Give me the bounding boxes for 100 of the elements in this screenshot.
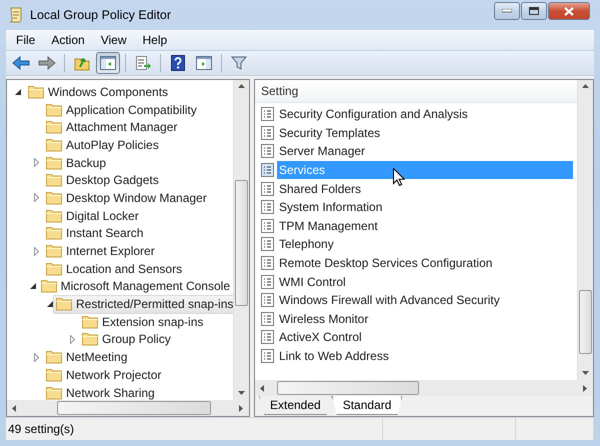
- folder-icon: [46, 386, 62, 400]
- vertical-scrollbar[interactable]: [577, 80, 593, 380]
- scroll-app-icon: [8, 7, 24, 23]
- scroll-thumb[interactable]: [57, 401, 211, 415]
- tree-item[interactable]: Instant Search: [43, 224, 146, 243]
- close-button[interactable]: [548, 2, 590, 20]
- folder-icon: [46, 120, 62, 134]
- scroll-thumb[interactable]: [277, 381, 419, 395]
- tree-item[interactable]: AutoPlay Policies: [43, 135, 162, 154]
- collapsed-arrow-icon[interactable]: [34, 246, 38, 256]
- scroll-up-icon[interactable]: [238, 83, 245, 90]
- tree-item[interactable]: Desktop Gadgets: [43, 170, 162, 190]
- collapsed-arrow-icon[interactable]: [34, 158, 38, 168]
- minimize-icon: [502, 9, 512, 13]
- back-arrow-icon: [12, 56, 30, 70]
- setting-item[interactable]: Link to Web Address: [277, 347, 573, 366]
- folder-icon: [82, 332, 98, 346]
- collapsed-arrow-icon[interactable]: [34, 352, 38, 362]
- setting-item[interactable]: Security Templates: [277, 124, 573, 142]
- folder-icon: [46, 208, 62, 223]
- folder-icon: [46, 138, 62, 152]
- menu-item[interactable]: Help: [134, 33, 176, 47]
- tree-item[interactable]: Group Policy: [79, 330, 174, 349]
- minimize-button[interactable]: [494, 2, 520, 20]
- horizontal-scrollbar[interactable]: [255, 380, 593, 396]
- collapsed-arrow-icon[interactable]: [34, 193, 38, 202]
- list-document-icon: [261, 126, 274, 140]
- tree-item[interactable]: Backup: [43, 153, 110, 172]
- expanded-arrow-icon[interactable]: [47, 301, 53, 308]
- scroll-down-icon[interactable]: [238, 390, 245, 397]
- tree-item[interactable]: Desktop Window Manager: [43, 188, 210, 208]
- list-document-icon: [261, 274, 274, 289]
- list-document-icon: [261, 218, 274, 233]
- setting-item[interactable]: Wireless Monitor: [277, 310, 573, 328]
- tree-item[interactable]: Restricted/Permitted snap-ins: [53, 294, 233, 314]
- scroll-down-icon[interactable]: [582, 370, 589, 377]
- setting-item[interactable]: Shared Folders: [277, 180, 573, 198]
- menu-item[interactable]: File: [8, 33, 44, 47]
- status-text: 49 setting(s): [8, 422, 74, 436]
- scroll-left-icon[interactable]: [259, 384, 266, 392]
- scroll-thumb[interactable]: [235, 180, 248, 306]
- tree-item[interactable]: Internet Explorer: [43, 242, 158, 261]
- list-document-icon: [261, 330, 274, 344]
- view-tab[interactable]: Standard: [332, 396, 402, 415]
- menu-item[interactable]: View: [92, 33, 134, 47]
- list-document-icon: [261, 256, 274, 270]
- folder-icon: [46, 102, 62, 117]
- list-document-icon: [261, 200, 274, 214]
- scroll-thumb[interactable]: [579, 290, 592, 354]
- list-document-icon: [261, 163, 274, 178]
- folder-icon: [46, 190, 62, 205]
- folder-icon: [40, 279, 57, 294]
- horizontal-scrollbar[interactable]: [7, 400, 249, 416]
- tree-item[interactable]: Extension snap-ins: [79, 312, 206, 332]
- tree-item[interactable]: Network Sharing: [43, 383, 158, 400]
- maximize-icon: [529, 7, 539, 15]
- filter-icon: [231, 55, 247, 71]
- forward-arrow-icon: [38, 56, 56, 70]
- tree-item[interactable]: Network Projector: [43, 365, 164, 384]
- export-list-icon: [135, 55, 151, 71]
- tree-item[interactable]: Location and Sensors: [43, 259, 186, 278]
- folder-icon: [46, 244, 62, 258]
- setting-item[interactable]: TPM Management: [277, 216, 573, 235]
- list-document-icon: [261, 144, 274, 158]
- view-tab[interactable]: Extended: [259, 396, 332, 415]
- tree-item[interactable]: Digital Locker: [43, 206, 142, 226]
- setting-item[interactable]: Server Manager: [277, 142, 573, 160]
- setting-item[interactable]: Security Configuration and Analysis: [277, 105, 573, 124]
- scroll-right-icon[interactable]: [582, 384, 589, 392]
- scroll-right-icon[interactable]: [238, 404, 245, 412]
- tree-item[interactable]: Attachment Manager: [43, 118, 180, 137]
- setting-item[interactable]: Telephony: [277, 235, 573, 254]
- folder-icon: [46, 368, 62, 382]
- tree-item[interactable]: NetMeeting: [43, 348, 130, 367]
- folder-icon: [56, 297, 72, 312]
- list-document-icon: [261, 182, 274, 196]
- list-document-icon: [261, 349, 274, 364]
- folder-icon: [46, 226, 62, 240]
- setting-item[interactable]: Remote Desktop Services Configuration: [277, 254, 573, 272]
- vertical-scrollbar[interactable]: [233, 80, 249, 400]
- expanded-arrow-icon[interactable]: [30, 283, 36, 290]
- setting-item[interactable]: System Information: [277, 198, 573, 216]
- column-header-label: Setting: [261, 84, 298, 98]
- maximize-button[interactable]: [521, 2, 547, 20]
- scroll-left-icon[interactable]: [11, 404, 18, 412]
- scroll-up-icon[interactable]: [582, 83, 589, 90]
- list-document-icon: [261, 312, 274, 326]
- setting-item[interactable]: ActiveX Control: [277, 328, 573, 346]
- mouse-pointer-icon: [393, 168, 405, 186]
- folder-icon: [46, 262, 62, 276]
- tree-item[interactable]: Microsoft Management Console: [38, 276, 233, 296]
- expanded-arrow-icon[interactable]: [15, 88, 21, 95]
- folder-icon: [46, 350, 62, 364]
- setting-item[interactable]: WMI Control: [277, 272, 573, 291]
- tree-item[interactable]: Windows Components: [25, 82, 172, 102]
- tree-item[interactable]: Application Compatibility: [43, 100, 200, 120]
- setting-item[interactable]: Windows Firewall with Advanced Security: [277, 291, 573, 310]
- collapsed-arrow-icon[interactable]: [70, 334, 74, 344]
- list-document-icon: [261, 107, 274, 122]
- menu-item[interactable]: Action: [43, 33, 93, 47]
